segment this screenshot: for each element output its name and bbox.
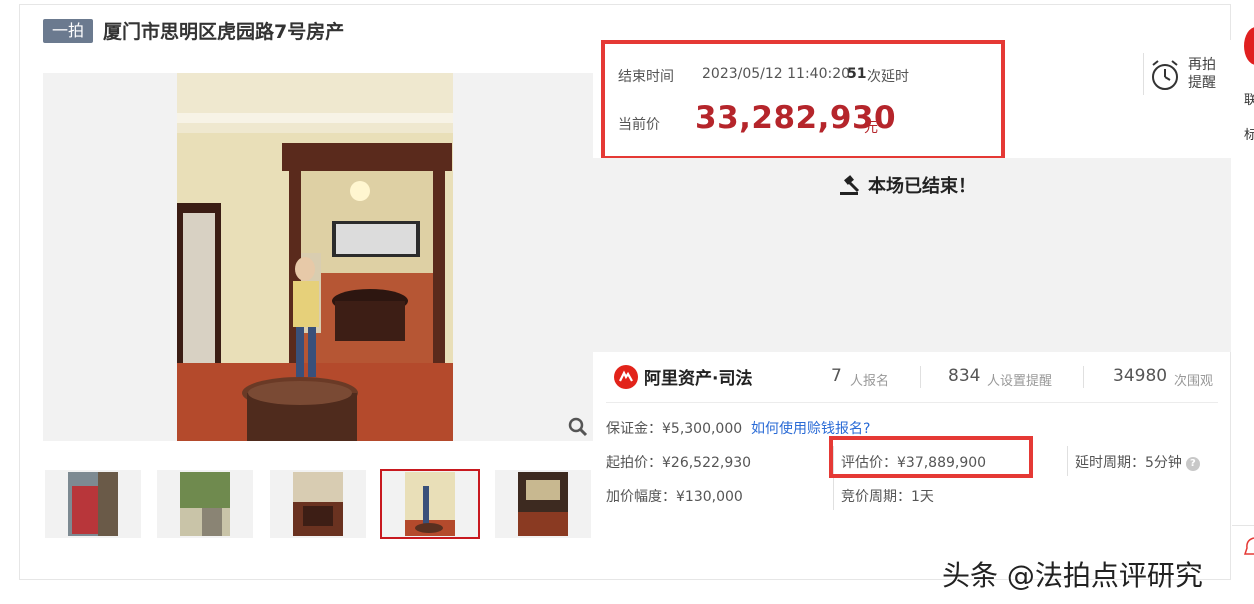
- remind-divider: [1143, 53, 1144, 95]
- sidebar-person-icon[interactable]: [1244, 536, 1254, 556]
- auction-ended-notice: 本场已结束！: [838, 172, 976, 198]
- thumbnail-3[interactable]: [270, 470, 366, 538]
- bid-increment: 加价幅度：¥130,000: [606, 489, 743, 505]
- stats-divider: [920, 366, 921, 388]
- thumbnail-image: [68, 472, 118, 536]
- auction-round-badge: 一拍: [43, 19, 93, 43]
- thumbnail-image: [405, 472, 455, 536]
- brand-logo: 阿里资产·司法: [614, 364, 752, 389]
- reminders-label: 人设置提醒: [987, 374, 1053, 389]
- delay-count: 51: [847, 66, 867, 82]
- sidebar-text-2[interactable]: 标: [1244, 124, 1254, 143]
- thumbnail-image: [180, 472, 230, 536]
- re-auction-remind-button[interactable]: 再拍提醒: [1150, 56, 1226, 94]
- views-label: 次围观: [1174, 374, 1214, 389]
- thumbnail-4-active[interactable]: [380, 469, 480, 539]
- stats-separator: [606, 402, 1218, 403]
- stats-divider: [1083, 366, 1084, 388]
- delay-period-text: 延时周期：5分钟: [1075, 455, 1182, 471]
- end-time-label: 结束时间: [618, 69, 674, 85]
- start-price: 起拍价：¥26,522,930: [606, 455, 752, 471]
- sidebar-text-1[interactable]: 联: [1244, 89, 1254, 108]
- main-photo: [177, 73, 453, 441]
- deposit-help-link[interactable]: 如何使用赊钱报名?: [751, 418, 870, 438]
- help-icon[interactable]: ?: [1185, 457, 1200, 471]
- auction-ended-text: 本场已结束！: [868, 176, 976, 197]
- delay-label: 次延时: [867, 69, 909, 85]
- sidebar-divider: [1232, 525, 1254, 526]
- signups-label: 人报名: [850, 374, 890, 389]
- thumbnail-2[interactable]: [157, 470, 253, 538]
- detail-divider: [1067, 446, 1068, 476]
- appraisal-price: 评估价：¥37,889,900: [841, 455, 987, 471]
- magnifier-icon: [568, 417, 588, 437]
- watermark: 头条 @法拍点评研究: [942, 559, 1203, 592]
- zoom-button[interactable]: [564, 413, 592, 441]
- price-unit: 元: [864, 120, 878, 136]
- page-title: 厦门市思明区虎园路7号房产: [103, 21, 345, 43]
- deposit: 保证金：¥5,300,000: [606, 421, 743, 437]
- end-time-value: 2023/05/12 11:40:20: [702, 66, 851, 82]
- delay-period: 延时周期：5分钟?: [1075, 452, 1200, 472]
- bid-period: 竞价周期：1天: [841, 489, 934, 505]
- thumbnail-image: [518, 472, 568, 536]
- alarm-clock-icon: [1152, 60, 1178, 90]
- thumbnail-5[interactable]: [495, 470, 591, 538]
- reminders-count: 834: [948, 366, 981, 386]
- remind-label: 再拍提醒: [1188, 57, 1216, 91]
- gavel-icon: [840, 175, 860, 195]
- ali-assets-logo-icon: [614, 364, 638, 389]
- thumbnail-image: [293, 472, 343, 536]
- signups-count: 7: [831, 366, 842, 386]
- main-image-viewer[interactable]: [43, 73, 593, 441]
- brand-name: 阿里资产·司法: [644, 369, 753, 389]
- thumbnail-1[interactable]: [45, 470, 141, 538]
- current-price-label: 当前价: [618, 117, 660, 133]
- views-count: 34980: [1113, 366, 1168, 386]
